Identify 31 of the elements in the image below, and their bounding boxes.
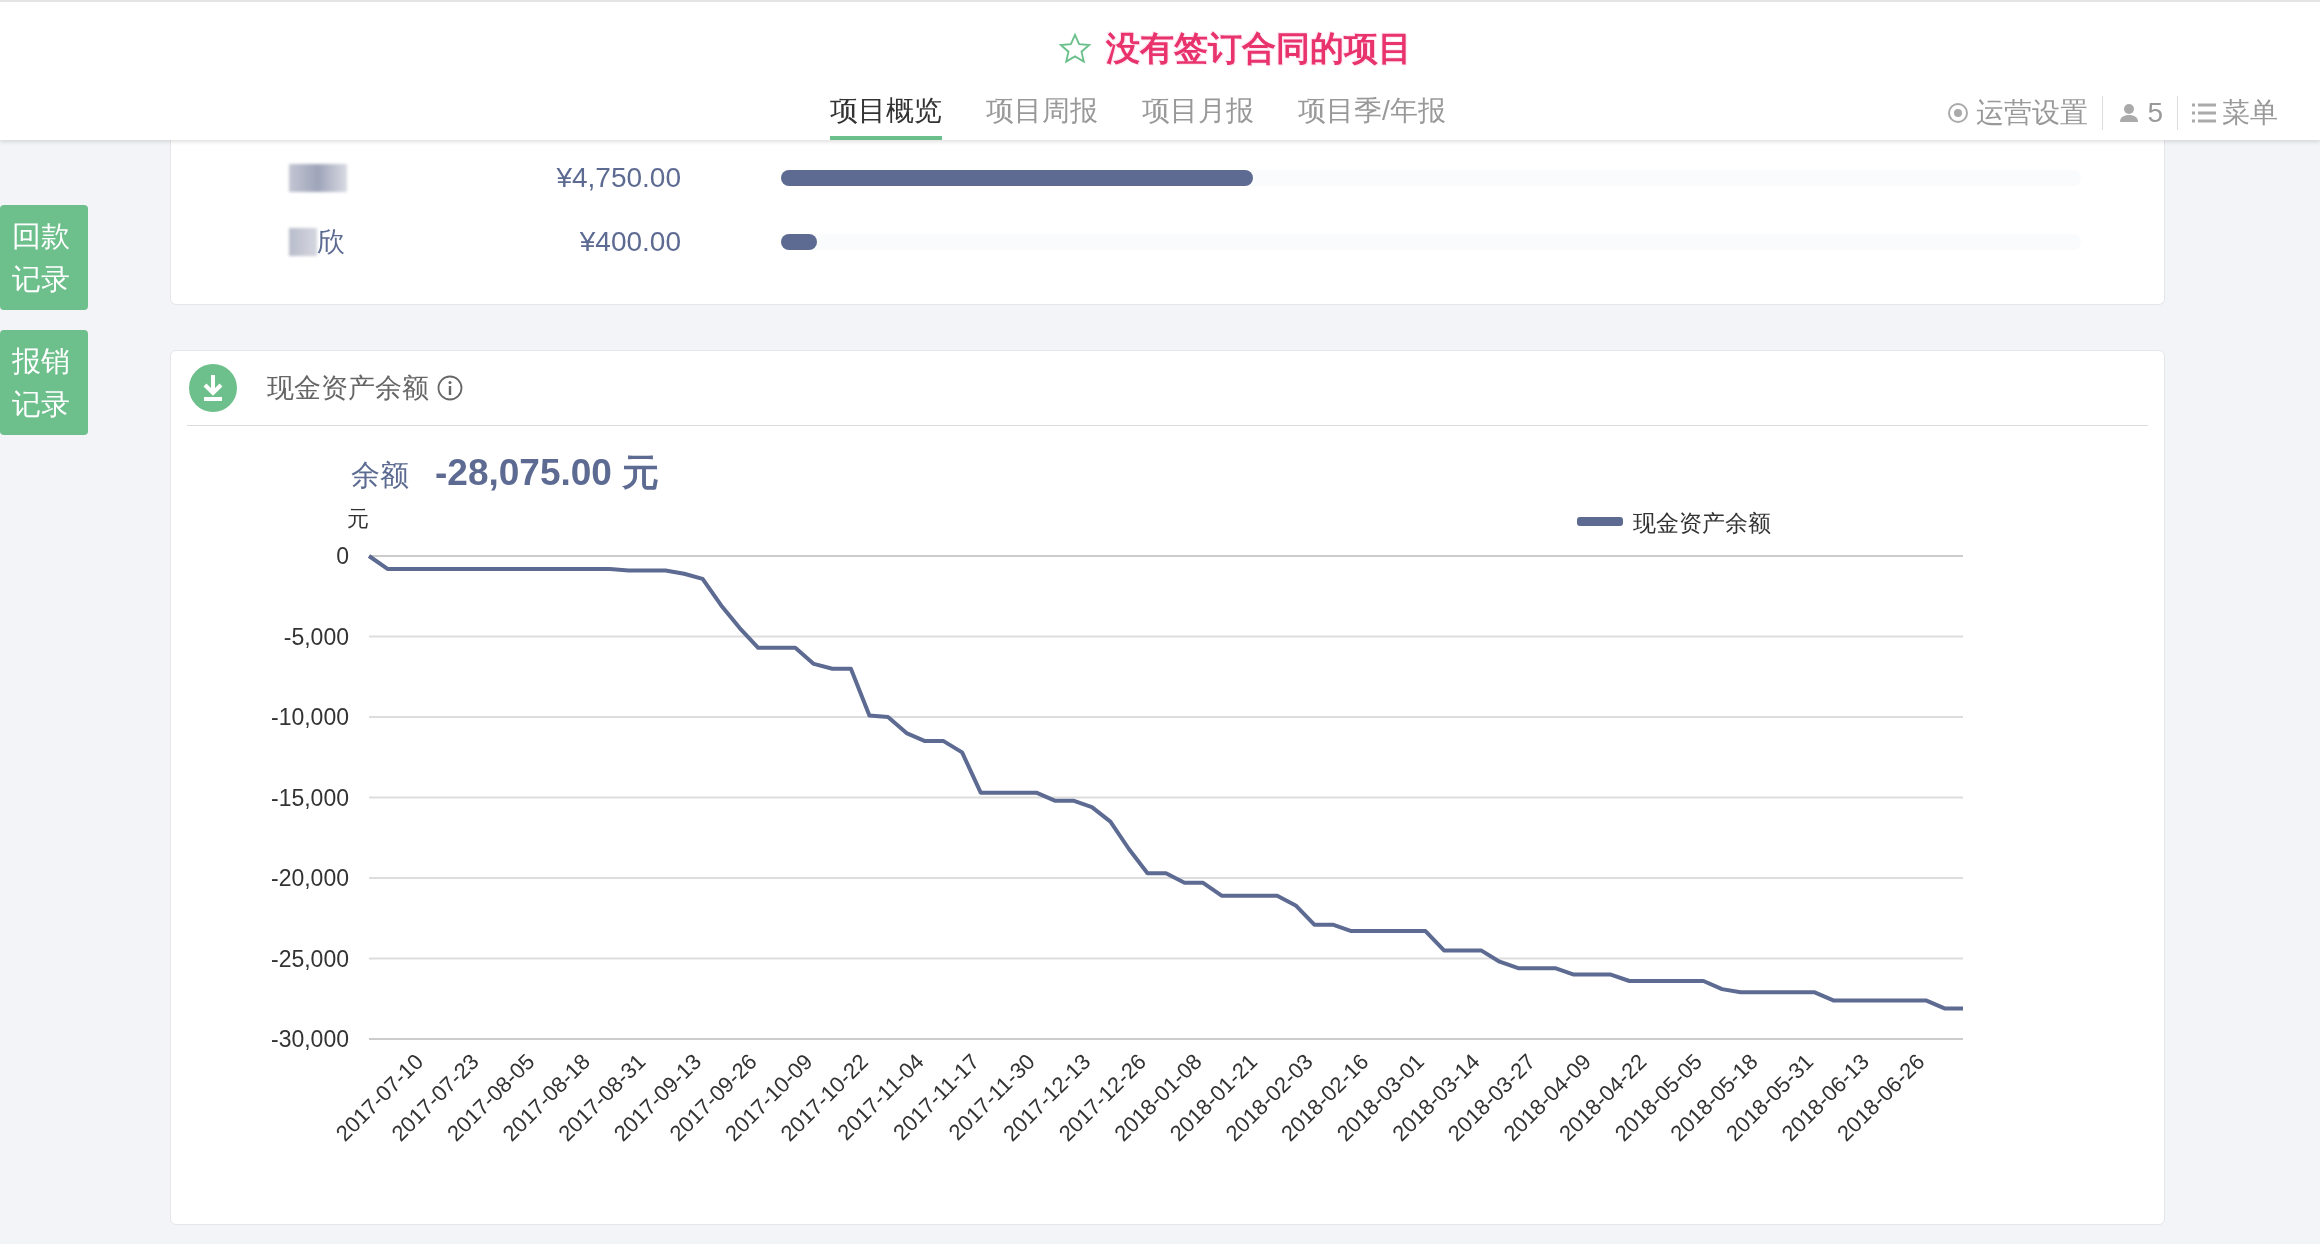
info-icon[interactable]: [437, 375, 463, 401]
nav-tab[interactable]: 项目月报: [1142, 92, 1254, 140]
legend-label[interactable]: 现金资产余额: [1633, 510, 1771, 536]
tick-label: -25,000: [271, 945, 349, 972]
balance-label: 余额: [351, 458, 409, 493]
payee-name: 欣: [317, 225, 345, 259]
tick-label: -5,000: [283, 623, 349, 650]
tick-label: -10,000: [271, 704, 349, 730]
axis-label: 元: [347, 506, 369, 531]
nav-tab[interactable]: 项目季/年报: [1298, 92, 1446, 140]
record-button[interactable]: 回款记录: [0, 205, 88, 310]
balance-value: -28,075.00 元: [435, 451, 660, 495]
menu-button[interactable]: 菜单: [2178, 94, 2292, 132]
project-title: 没有签订合同的项目: [1106, 28, 1412, 69]
target-icon: [1946, 101, 1971, 125]
tick-label: -30,000: [271, 1026, 349, 1052]
download-icon: [189, 364, 237, 412]
tick-label: 0: [336, 543, 349, 569]
settings-button[interactable]: 运营设置: [1932, 94, 2103, 132]
tick-label: -15,000: [271, 784, 349, 811]
record-button[interactable]: 报销记录: [0, 330, 88, 435]
amount: ¥400.00: [578, 226, 681, 258]
list-icon: [2192, 102, 2216, 124]
star-icon[interactable]: [1058, 32, 1092, 66]
blurred-name: [289, 164, 347, 192]
blurred-name: [289, 228, 317, 256]
tick-label: -20,000: [271, 865, 349, 891]
amount: ¥4,750.00: [555, 162, 681, 194]
card-title: 现金资产余额: [267, 372, 429, 405]
members-button[interactable]: 5: [2103, 97, 2177, 129]
nav-tab[interactable]: 项目周报: [986, 92, 1098, 140]
